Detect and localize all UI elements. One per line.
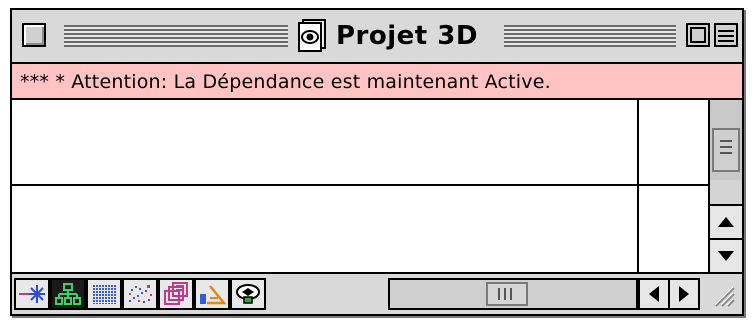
scroll-up-button[interactable] (710, 204, 742, 238)
snap-point-tool-button[interactable] (14, 278, 50, 310)
angle-measure-icon (200, 285, 226, 305)
arrow-down-icon (718, 251, 734, 261)
tree-diagram-icon (55, 283, 81, 305)
title-bar-stripes-left (64, 25, 290, 47)
3d-object-icon (236, 284, 260, 304)
stacked-frames-icon (164, 282, 188, 305)
horizontal-scrollbar[interactable] (388, 278, 638, 310)
content-pane-bottom[interactable] (12, 186, 708, 272)
horizontal-scroll-thumb[interactable] (486, 282, 528, 306)
scatter-tool-button[interactable] (122, 278, 158, 310)
resize-grip[interactable] (706, 278, 738, 310)
document-eye-icon (296, 19, 328, 53)
resize-grip-icon (714, 286, 735, 307)
hierarchy-tool-button[interactable] (50, 278, 86, 310)
view-3d-tool-button[interactable] (230, 278, 266, 310)
angle-tool-button[interactable] (194, 278, 230, 310)
dot-grid-icon (92, 284, 116, 304)
stack-tool-button[interactable] (158, 278, 194, 310)
collapse-box-button[interactable] (714, 23, 738, 47)
scroll-down-button[interactable] (710, 238, 742, 272)
title-bar-stripes-right (504, 25, 676, 47)
zoom-box-button[interactable] (686, 23, 710, 47)
message-bar: *** * Attention: La Dépendance est maint… (12, 64, 742, 100)
pane-divider (637, 186, 639, 272)
bottom-toolbar (12, 272, 742, 314)
scroll-left-button[interactable] (638, 278, 670, 310)
scroll-right-button[interactable] (668, 278, 700, 310)
content-pane-top[interactable] (12, 100, 708, 186)
grid-fill-tool-button[interactable] (86, 278, 122, 310)
arrow-right-icon (679, 286, 689, 302)
vertical-scrollbar[interactable] (708, 100, 742, 272)
scatter-dots-icon (129, 285, 152, 303)
pane-divider (637, 100, 639, 184)
arrow-up-icon (718, 217, 734, 227)
window-title-group: Projet 3D (288, 16, 486, 56)
message-text: *** * Attention: La Dépendance est maint… (20, 71, 551, 93)
window-title: Projet 3D (336, 21, 478, 51)
project-window: Projet 3D *** * Attention: La Dépendance… (10, 8, 744, 316)
arrow-left-icon (649, 286, 659, 302)
asterisk-line-icon (19, 285, 45, 303)
close-box-button[interactable] (22, 23, 46, 47)
title-bar[interactable]: Projet 3D (12, 10, 742, 64)
vertical-scroll-thumb[interactable] (712, 128, 740, 172)
